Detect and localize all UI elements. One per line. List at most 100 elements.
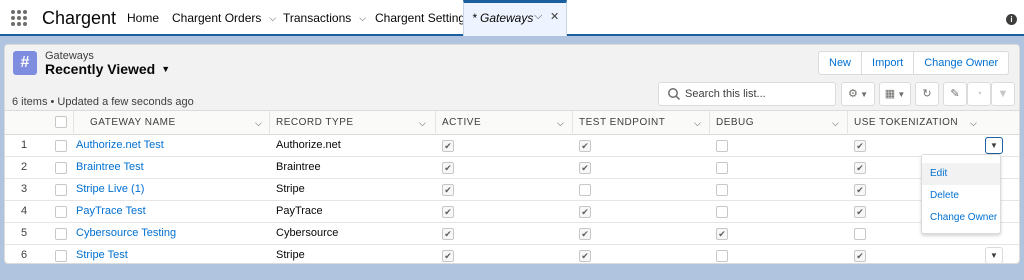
menu-item-change-owner[interactable]: Change Owner (922, 207, 1000, 229)
row-select-checkbox[interactable] (55, 184, 67, 196)
list-view-header: # Gateways Recently Viewed ▼ 6 items • Up… (5, 45, 1019, 111)
column-header-test-endpoint[interactable]: TEST ENDPOINT (579, 111, 665, 135)
column-divider (73, 111, 74, 135)
list-settings-button[interactable]: ⚙ ▼ (841, 82, 875, 106)
nav-item-home[interactable]: Home (127, 0, 159, 34)
active-checkbox: ✔ (442, 162, 454, 174)
column-header-debug[interactable]: DEBUG (716, 111, 754, 135)
row-number: 4 (21, 205, 28, 217)
nav-tab-gateways[interactable]: * Gateways ⌵ ✕ (463, 0, 567, 36)
row-number: 5 (21, 227, 28, 239)
test-endpoint-checkbox: ✔ (579, 162, 591, 174)
chevron-down-icon[interactable]: ⌵ (832, 111, 839, 135)
column-header-active[interactable]: ACTIVE (442, 111, 481, 135)
table-icon: ▦ (884, 88, 896, 100)
change-owner-button[interactable]: Change Owner (914, 51, 1010, 75)
list-view-selector[interactable]: Recently Viewed ▼ (45, 61, 170, 77)
test-endpoint-checkbox: ✔ (579, 250, 591, 262)
chevron-down-icon: ▼ (857, 90, 868, 99)
row-select-checkbox[interactable] (55, 140, 67, 152)
table-row: 5 Cybersource Testing Cybersource ✔ ✔ ✔ (5, 223, 1019, 245)
row-select-checkbox[interactable] (55, 250, 67, 262)
column-header-gateway-name[interactable]: GATEWAY NAME (90, 111, 176, 135)
chevron-down-icon: ▼ (990, 141, 998, 150)
gateway-name-link[interactable]: PayTrace Test (76, 201, 146, 222)
close-icon[interactable]: ✕ (550, 10, 559, 23)
test-endpoint-checkbox: ✔ (579, 140, 591, 152)
info-icon[interactable]: i (1006, 14, 1017, 25)
new-button[interactable]: New (818, 51, 863, 75)
chevron-down-icon[interactable]: ⌵ (255, 111, 262, 135)
column-header-record-type[interactable]: RECORD TYPE (276, 111, 354, 135)
chart-icon: ◔ (975, 88, 983, 100)
nav-item-label: Chargent Orders (172, 11, 262, 25)
column-divider (572, 111, 573, 135)
nav-item-chargent-settings[interactable]: Chargent Settings (375, 0, 471, 34)
row-number: 6 (21, 249, 28, 261)
app-launcher-icon[interactable] (11, 10, 27, 26)
column-divider (435, 111, 436, 135)
row-actions-menu: Edit Delete Change Owner (921, 154, 1001, 234)
filter-button[interactable]: ▼ (991, 82, 1015, 106)
edit-list-button[interactable]: ✎ (943, 82, 967, 106)
chevron-down-icon[interactable]: ⌵ (269, 0, 276, 36)
gateway-name-link[interactable]: Stripe Live (1) (76, 179, 144, 200)
record-type-cell: Authorize.net (276, 139, 341, 151)
use-tokenization-checkbox (854, 228, 866, 240)
chevron-down-icon[interactable]: ⌵ (694, 111, 701, 135)
charts-button[interactable]: ◔ (967, 82, 991, 106)
refresh-button[interactable]: ↻ (915, 82, 939, 106)
test-endpoint-checkbox (579, 184, 591, 196)
chevron-down-icon: ▼ (990, 251, 998, 260)
menu-item-edit[interactable]: Edit (922, 163, 1000, 185)
gear-icon: ⚙ (847, 88, 858, 100)
list-view-panel: # Gateways Recently Viewed ▼ 6 items • Up… (4, 44, 1020, 264)
record-type-cell: PayTrace (276, 205, 323, 217)
row-number: 1 (21, 139, 28, 151)
chevron-down-icon: ▼ (895, 90, 906, 99)
list-view-name: Recently Viewed (45, 61, 156, 77)
menu-item-delete[interactable]: Delete (922, 185, 1000, 207)
chevron-down-icon[interactable]: ⌵ (359, 0, 366, 36)
column-divider (847, 111, 848, 135)
import-button[interactable]: Import (862, 51, 915, 75)
nav-item-label: Home (127, 11, 160, 25)
use-tokenization-checkbox: ✔ (854, 206, 866, 218)
debug-checkbox (716, 250, 728, 262)
test-endpoint-checkbox: ✔ (579, 206, 591, 218)
active-checkbox: ✔ (442, 250, 454, 262)
active-checkbox: ✔ (442, 228, 454, 240)
gateway-name-link[interactable]: Cybersource Testing (76, 223, 176, 244)
row-select-checkbox[interactable] (55, 228, 67, 240)
row-select-checkbox[interactable] (55, 162, 67, 174)
row-select-checkbox[interactable] (55, 206, 67, 218)
table-row: 3 Stripe Live (1) Stripe ✔ ✔ (5, 179, 1019, 201)
use-tokenization-checkbox: ✔ (854, 250, 866, 262)
debug-checkbox: ✔ (716, 228, 728, 240)
chevron-down-icon[interactable]: ⌵ (534, 10, 542, 23)
table-row: 4 PayTrace Test PayTrace ✔ ✔ ✔ (5, 201, 1019, 223)
select-all-checkbox[interactable] (55, 116, 67, 128)
gateway-name-link[interactable]: Authorize.net Test (76, 135, 164, 156)
row-actions-button[interactable]: ▼ (985, 137, 1003, 154)
record-type-cell: Braintree (276, 161, 321, 173)
display-as-button[interactable]: ▦ ▼ (879, 82, 911, 106)
header-button-group: New Import Change Owner (818, 51, 1010, 75)
gateway-name-link[interactable]: Braintree Test (76, 157, 144, 178)
record-type-cell: Stripe (276, 183, 305, 195)
chevron-down-icon[interactable]: ⌵ (419, 111, 426, 135)
nav-item-chargent-orders[interactable]: Chargent Orders ⌵ (172, 0, 276, 34)
debug-checkbox (716, 162, 728, 174)
column-header-use-tokenization[interactable]: USE TOKENIZATION (854, 111, 958, 135)
active-checkbox: ✔ (442, 184, 454, 196)
chevron-down-icon[interactable]: ⌵ (557, 111, 564, 135)
search-list-input[interactable]: Search this list... (658, 82, 836, 106)
nav-item-transactions[interactable]: Transactions ⌵ (283, 0, 366, 34)
active-checkbox: ✔ (442, 206, 454, 218)
row-actions-button[interactable]: ▼ (985, 247, 1003, 264)
app-name: Chargent (42, 8, 117, 28)
gateway-name-link[interactable]: Stripe Test (76, 245, 128, 266)
chevron-down-icon[interactable]: ⌵ (970, 111, 977, 135)
debug-checkbox (716, 206, 728, 218)
table-header: GATEWAY NAME ⌵ RECORD TYPE ⌵ ACTIVE ⌵ TE… (5, 111, 1019, 135)
